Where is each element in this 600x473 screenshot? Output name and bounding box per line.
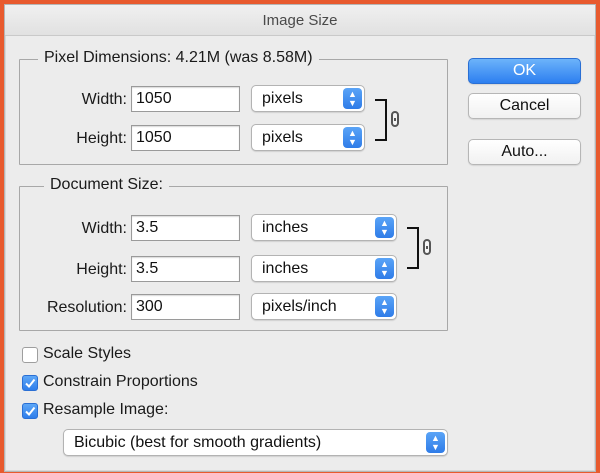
document-height-unit-value: inches — [262, 260, 309, 277]
up-down-arrows-icon: ▲ ▼ — [343, 127, 362, 148]
resample-method-select[interactable]: Bicubic (best for smooth gradients) ▲ ▼ — [63, 429, 448, 456]
document-width-label: Width: — [81, 220, 127, 237]
image-size-dialog: Image Size Pixel Dimensions: 4.21M (was … — [4, 4, 596, 472]
up-down-arrows-icon: ▲ ▼ — [375, 258, 394, 279]
document-height-unit-select[interactable]: inches ▲ ▼ — [251, 255, 397, 282]
checkmark-icon — [25, 378, 36, 389]
cancel-button[interactable]: Cancel — [468, 93, 581, 119]
pixel-height-field[interactable] — [131, 125, 240, 151]
ok-button[interactable]: OK — [468, 58, 581, 84]
constrain-proportions-checkbox[interactable] — [22, 375, 38, 391]
document-constrain-bracket — [407, 227, 419, 269]
up-down-arrows-icon: ▲ ▼ — [375, 217, 394, 238]
window-title: Image Size — [5, 5, 595, 36]
scale-styles-checkbox[interactable] — [22, 347, 38, 363]
document-width-unit-value: inches — [262, 219, 309, 236]
resolution-unit-select[interactable]: pixels/inch ▲ ▼ — [251, 293, 397, 320]
resample-method-value: Bicubic (best for smooth gradients) — [74, 434, 322, 451]
up-down-arrows-icon: ▲ ▼ — [426, 432, 445, 453]
document-size-legend: Document Size: — [44, 176, 169, 194]
pixel-width-field[interactable] — [131, 86, 240, 112]
pixel-width-label: Width: — [81, 91, 127, 108]
pixel-height-label: Height: — [76, 130, 127, 147]
pixel-dimensions-legend: Pixel Dimensions: 4.21M (was 8.58M) — [38, 49, 319, 67]
pixel-height-unit-value: pixels — [262, 129, 303, 146]
resolution-label: Resolution: — [46, 299, 127, 316]
pixel-constrain-bracket — [375, 99, 387, 141]
constrain-proportions-label: Constrain Proportions — [43, 373, 198, 390]
chain-link-icon — [423, 239, 431, 255]
checkmark-icon — [25, 406, 36, 417]
resample-image-checkbox[interactable] — [22, 403, 38, 419]
scale-styles-label: Scale Styles — [43, 345, 132, 362]
pixel-width-unit-select[interactable]: pixels ▲ ▼ — [251, 85, 365, 112]
chain-link-icon — [391, 111, 399, 127]
document-width-field[interactable] — [131, 215, 240, 241]
resample-image-label: Resample Image: — [43, 401, 169, 418]
pixel-width-unit-value: pixels — [262, 90, 303, 107]
up-down-arrows-icon: ▲ ▼ — [375, 296, 394, 317]
up-down-arrows-icon: ▲ ▼ — [343, 88, 362, 109]
document-height-field[interactable] — [131, 256, 240, 282]
resolution-unit-value: pixels/inch — [262, 298, 337, 315]
document-height-label: Height: — [76, 261, 127, 278]
resolution-field[interactable] — [131, 294, 240, 320]
pixel-height-unit-select[interactable]: pixels ▲ ▼ — [251, 124, 365, 151]
document-width-unit-select[interactable]: inches ▲ ▼ — [251, 214, 397, 241]
auto-button[interactable]: Auto... — [468, 139, 581, 165]
